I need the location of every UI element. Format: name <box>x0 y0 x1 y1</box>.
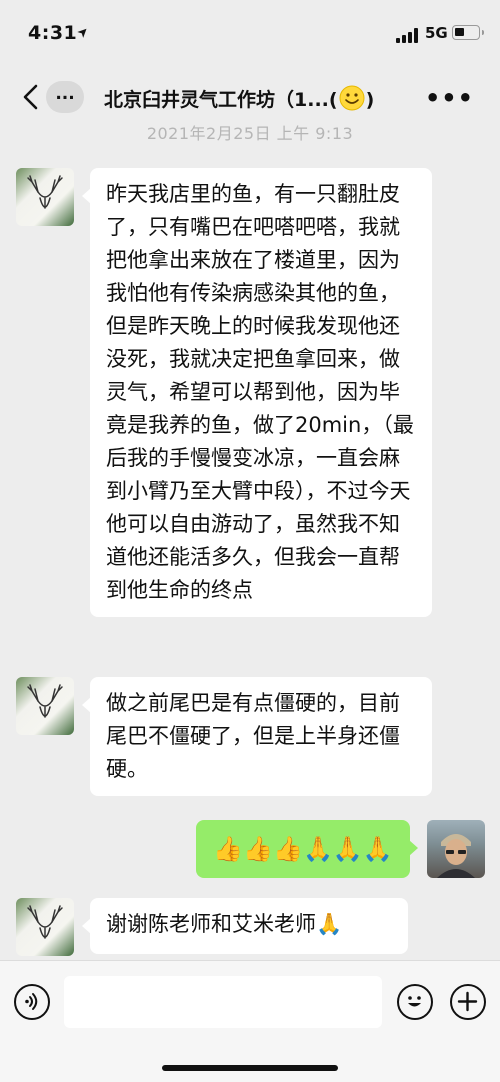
message-timestamp: 2021年2月25日 上午 9:13 <box>146 124 354 143</box>
self-avatar[interactable] <box>427 820 485 878</box>
smiley-icon[interactable] <box>397 984 433 1020</box>
plus-icon[interactable] <box>450 984 486 1020</box>
sender-avatar[interactable] <box>16 168 74 226</box>
message-input[interactable] <box>64 976 382 1028</box>
title-closing-paren: ) <box>365 89 375 111</box>
self-message-bubble[interactable]: 👍👍👍🙏🙏🙏 <box>196 820 418 878</box>
cellular-signal-icon <box>396 28 418 43</box>
battery-icon <box>452 25 484 40</box>
input-bar <box>0 960 500 1082</box>
message-bubble[interactable]: 做之前尾巴是有点僵硬的，目前尾巴不僵硬了，但是上半身还僵硬。 <box>82 677 432 796</box>
home-indicator[interactable] <box>162 1065 338 1071</box>
status-bar: 4:31 ➤ 5G <box>0 0 500 72</box>
network-type: 5G <box>425 24 448 42</box>
status-time: 4:31 <box>28 22 78 44</box>
unread-count-badge[interactable]: ... <box>46 81 84 113</box>
sender-avatar[interactable] <box>16 677 74 735</box>
voice-icon[interactable] <box>14 984 50 1020</box>
chat-header: ... 北京臼井灵气工作坊（1...( ) ••• <box>0 72 500 124</box>
chat-title[interactable]: 北京臼井灵气工作坊（1...( ) <box>104 84 404 112</box>
more-options-icon[interactable]: ••• <box>425 84 474 112</box>
smiley-face-emoji <box>339 85 365 111</box>
message-bubble[interactable]: 谢谢陈老师和艾米老师🙏 <box>82 898 408 954</box>
chat-title-text: 北京臼井灵气工作坊（1...( <box>104 89 338 111</box>
message-bubble[interactable]: 昨天我店里的鱼，有一只翻肚皮了，只有嘴巴在吧嗒吧嗒，我就把他拿出来放在了楼道里，… <box>82 168 432 617</box>
sender-avatar[interactable] <box>16 898 74 956</box>
chat-screen: 4:31 ➤ 5G ... 北京臼井灵气工作坊（1...( ) ••• 2021… <box>0 0 500 1082</box>
chevron-left-icon[interactable] <box>18 82 46 112</box>
